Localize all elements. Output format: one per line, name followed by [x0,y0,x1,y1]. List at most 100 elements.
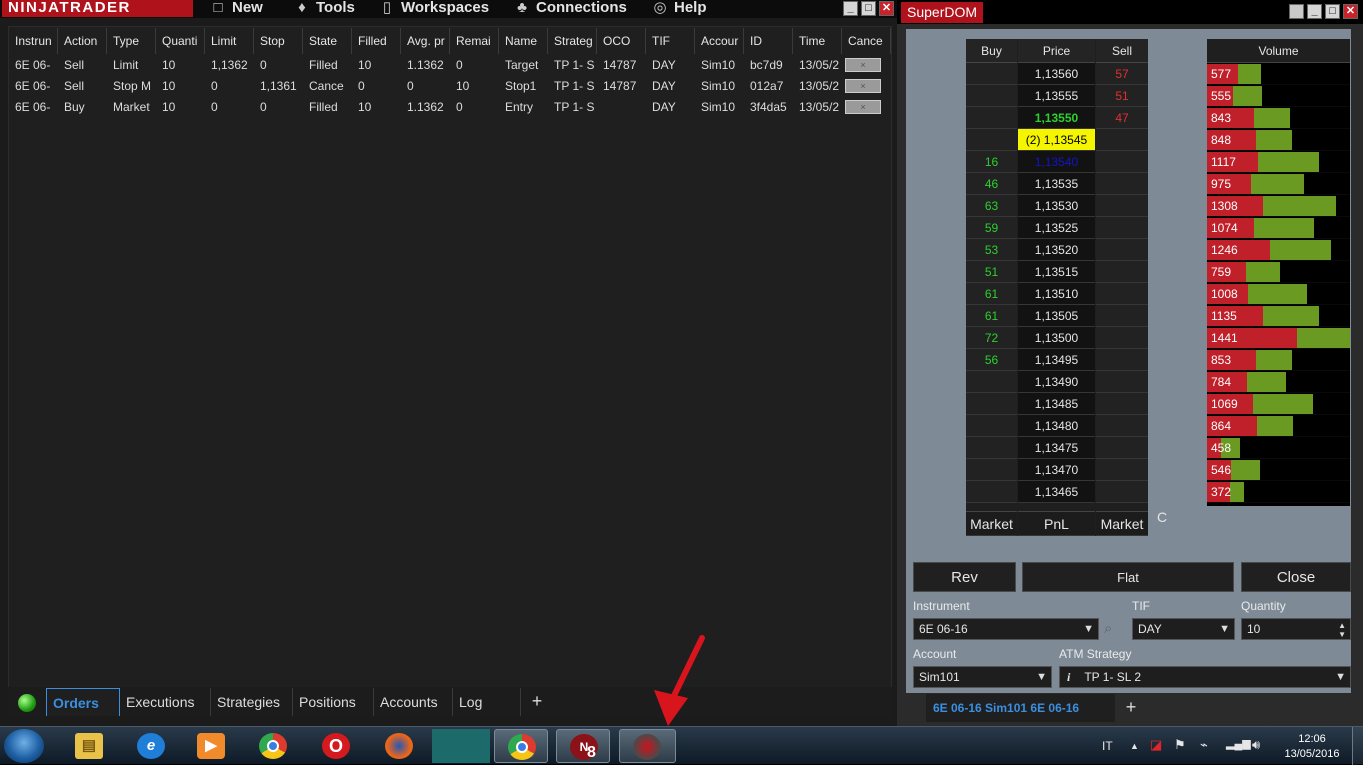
close-window-button[interactable]: ✕ [879,1,894,16]
sell-cell[interactable] [1096,481,1148,503]
column-header[interactable]: Accour [695,28,744,54]
sell-cell[interactable] [1096,459,1148,481]
account-select[interactable]: Sim101 ▼ [913,666,1052,688]
add-tab-button[interactable]: + [1118,694,1144,722]
clock[interactable]: 12:06 13/05/2016 [1280,732,1344,762]
taskbar-slot[interactable] [432,729,490,763]
buy-cell[interactable] [966,415,1017,437]
restore-button[interactable] [1289,4,1304,19]
column-header[interactable]: State [303,28,352,54]
buy-cell[interactable] [966,85,1017,107]
maximize-button[interactable]: □ [1325,4,1340,19]
sell-cell[interactable] [1096,437,1148,459]
app-tray-icon[interactable]: ◪ [1150,737,1162,753]
internet-explorer-taskbar-icon[interactable]: e [124,729,178,763]
volume-icon[interactable]: 🔊︎ [1252,737,1260,753]
sell-cell[interactable] [1096,283,1148,305]
buy-cell[interactable] [966,129,1017,151]
sell-market-button[interactable]: Market [1096,511,1148,536]
start-button[interactable] [4,729,44,763]
language-indicator[interactable]: IT [1102,739,1113,753]
buy-cell[interactable]: 46 [966,173,1017,195]
buy-cell[interactable]: 61 [966,283,1017,305]
sell-cell[interactable] [1096,217,1148,239]
sell-cell[interactable] [1096,327,1148,349]
sell-cell[interactable] [1096,129,1148,151]
minimize-button[interactable]: _ [1307,4,1322,19]
maximize-button[interactable]: □ [861,1,876,16]
column-header[interactable]: Stop [254,28,303,54]
instrument-select[interactable]: 6E 06-16 ▼ [913,618,1099,640]
sell-cell[interactable] [1096,239,1148,261]
sell-cell[interactable] [1096,415,1148,437]
menu-new[interactable]: □ New [210,0,262,17]
column-header[interactable]: Remai [450,28,499,54]
network-icon[interactable]: ▂▄▆ [1226,737,1251,750]
column-header[interactable]: Limit [205,28,254,54]
menu-tools[interactable]: ♦ Tools [294,0,355,17]
buy-cell[interactable] [966,63,1017,85]
ninjatrader-group-taskbar-icon[interactable]: N8 [556,729,610,763]
buy-cell[interactable]: 63 [966,195,1017,217]
ninjatrader-app-taskbar-icon[interactable] [619,729,676,763]
show-desktop-button[interactable] [1352,727,1363,765]
quantity-stepper[interactable]: 10 ▲ ▼ [1241,618,1351,640]
tab-positions[interactable]: Positions [293,688,374,716]
column-header[interactable]: Time [793,28,842,54]
tab-strategies[interactable]: Strategies [211,688,293,716]
sell-cell[interactable] [1096,393,1148,415]
buy-cell[interactable] [966,459,1017,481]
firefox-taskbar-icon[interactable] [372,729,426,763]
info-icon[interactable]: i [1067,670,1070,684]
tif-select[interactable]: DAY ▼ [1132,618,1235,640]
column-header[interactable]: Quanti [156,28,205,54]
menu-help[interactable]: ◎ Help [652,0,706,17]
buy-cell[interactable]: 16 [966,151,1017,173]
chrome-running-taskbar-icon[interactable] [494,729,548,763]
ninjatrader-logo[interactable]: NINJATRADER [2,0,193,17]
sell-cell[interactable] [1096,349,1148,371]
buy-cell[interactable]: 53 [966,239,1017,261]
buy-market-button[interactable]: Market [966,511,1017,536]
buy-cell[interactable]: 59 [966,217,1017,239]
atm-strategy-select[interactable]: i TP 1- SL 2 ▼ [1059,666,1351,688]
buy-cell[interactable]: 51 [966,261,1017,283]
menu-connections[interactable]: ♣ Connections [514,0,627,17]
power-icon[interactable]: ⌁ [1200,737,1208,753]
show-hidden-icons-icon[interactable]: ▲ [1130,741,1139,751]
sell-cell[interactable]: 47 [1096,107,1148,129]
cancel-order-button[interactable]: × [845,79,881,93]
sell-cell[interactable] [1096,151,1148,173]
search-icon[interactable]: ⌕ [1104,620,1112,637]
tab-superdom-instrument[interactable]: 6E 06-16 Sim101 6E 06-16 [926,694,1115,722]
column-header[interactable]: Strateg [548,28,597,54]
column-header[interactable]: TIF [646,28,695,54]
tab-log[interactable]: Log [453,688,521,716]
buy-cell[interactable]: 72 [966,327,1017,349]
chrome-taskbar-icon[interactable] [246,729,300,763]
buy-cell[interactable] [966,481,1017,503]
column-header[interactable]: Name [499,28,548,54]
buy-cell[interactable] [966,393,1017,415]
rev-button[interactable]: Rev [913,562,1016,592]
column-header[interactable]: OCO [597,28,646,54]
tab-accounts[interactable]: Accounts [374,688,453,716]
buy-cell[interactable]: 56 [966,349,1017,371]
buy-cell[interactable] [966,437,1017,459]
buy-cell[interactable] [966,107,1017,129]
opera-taskbar-icon[interactable]: O [309,729,363,763]
column-header[interactable]: Cance [842,28,891,54]
sell-cell[interactable]: 51 [1096,85,1148,107]
sell-cell[interactable] [1096,195,1148,217]
tab-executions[interactable]: Executions [120,688,211,716]
cancel-order-button[interactable]: × [845,100,881,114]
close-window-button[interactable]: ✕ [1343,4,1358,19]
add-tab-button[interactable]: + [523,688,551,716]
spinner-arrows-icon[interactable]: ▲ ▼ [1338,621,1346,639]
sell-cell[interactable] [1096,305,1148,327]
menu-workspaces[interactable]: ▯ Workspaces [379,0,489,17]
column-header[interactable]: Filled [352,28,401,54]
column-header[interactable]: Action [58,28,107,54]
cancel-order-button[interactable]: × [845,58,881,72]
sell-cell[interactable]: 57 [1096,63,1148,85]
